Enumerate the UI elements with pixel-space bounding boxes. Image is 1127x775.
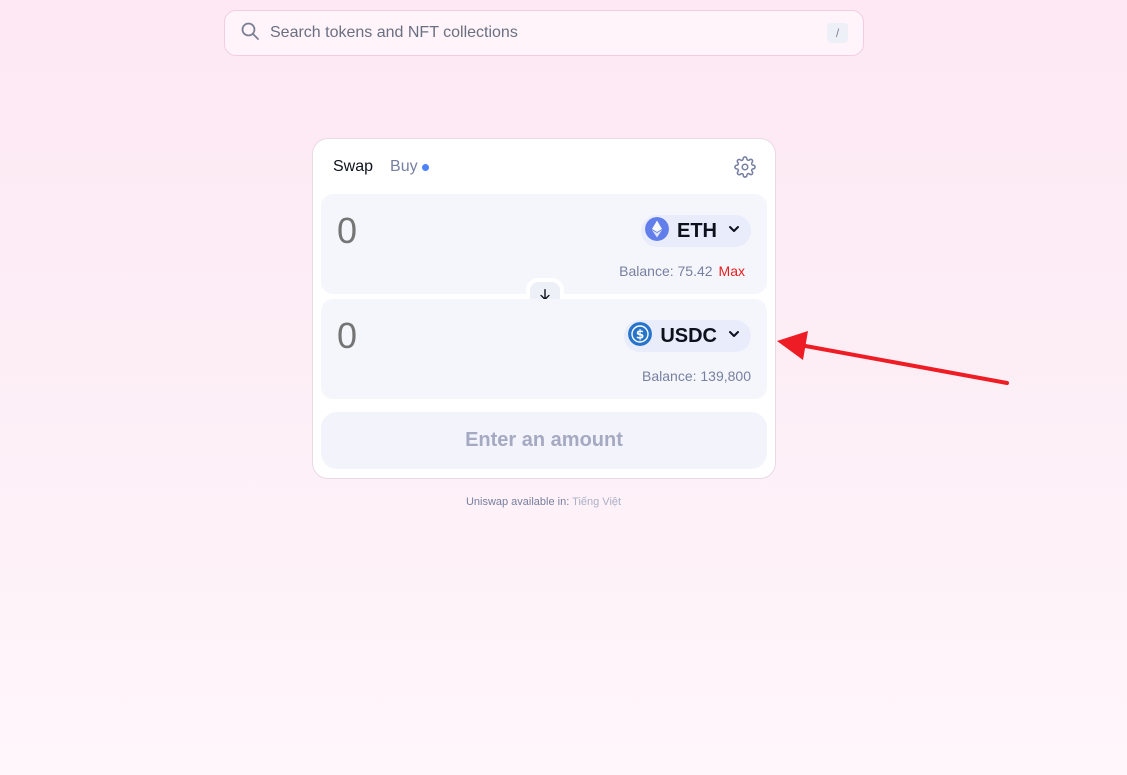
buy-new-dot: [421, 163, 429, 171]
usdc-icon: $: [628, 321, 653, 351]
tab-swap[interactable]: Swap: [333, 158, 373, 176]
language-link[interactable]: Tiếng Việt: [572, 496, 621, 508]
search-bar[interactable]: /: [224, 10, 864, 56]
language-footer: Uniswap available in: Tiếng Việt: [0, 496, 1087, 508]
search-input[interactable]: [270, 24, 827, 42]
gear-icon[interactable]: [734, 156, 756, 178]
chevron-down-icon: [717, 222, 741, 241]
input-token-symbol: ETH: [677, 219, 717, 242]
search-icon: [240, 21, 260, 46]
swap-tabs: Swap Buy: [333, 158, 429, 176]
max-button[interactable]: Max: [719, 263, 745, 279]
annotation-arrow-icon: [777, 331, 1009, 385]
output-token-symbol: USDC: [660, 324, 717, 347]
input-amount-field[interactable]: [337, 210, 517, 252]
output-balance: Balance: 139,800: [642, 368, 751, 384]
page: / Swap Buy ETH: [0, 0, 1127, 775]
search-shortcut-badge: /: [827, 23, 848, 43]
eth-icon: [645, 216, 669, 246]
output-amount-field[interactable]: [337, 315, 517, 357]
swap-output-panel: $ USDC Balance: 139,800: [321, 299, 767, 399]
svg-text:$: $: [636, 327, 644, 341]
swap-card: Swap Buy ETH Balance: 75.42: [312, 138, 776, 479]
enter-amount-button[interactable]: Enter an amount: [321, 412, 767, 469]
tab-buy[interactable]: Buy: [390, 158, 418, 176]
input-balance-label: Balance: 75.42: [619, 263, 713, 279]
input-token-selector[interactable]: ETH: [641, 215, 751, 247]
output-token-selector[interactable]: $ USDC: [624, 320, 751, 352]
chevron-down-icon: [717, 327, 741, 346]
input-balance: Balance: 75.42 Max: [619, 263, 745, 279]
footer-prefix: Uniswap available in:: [465, 496, 573, 508]
